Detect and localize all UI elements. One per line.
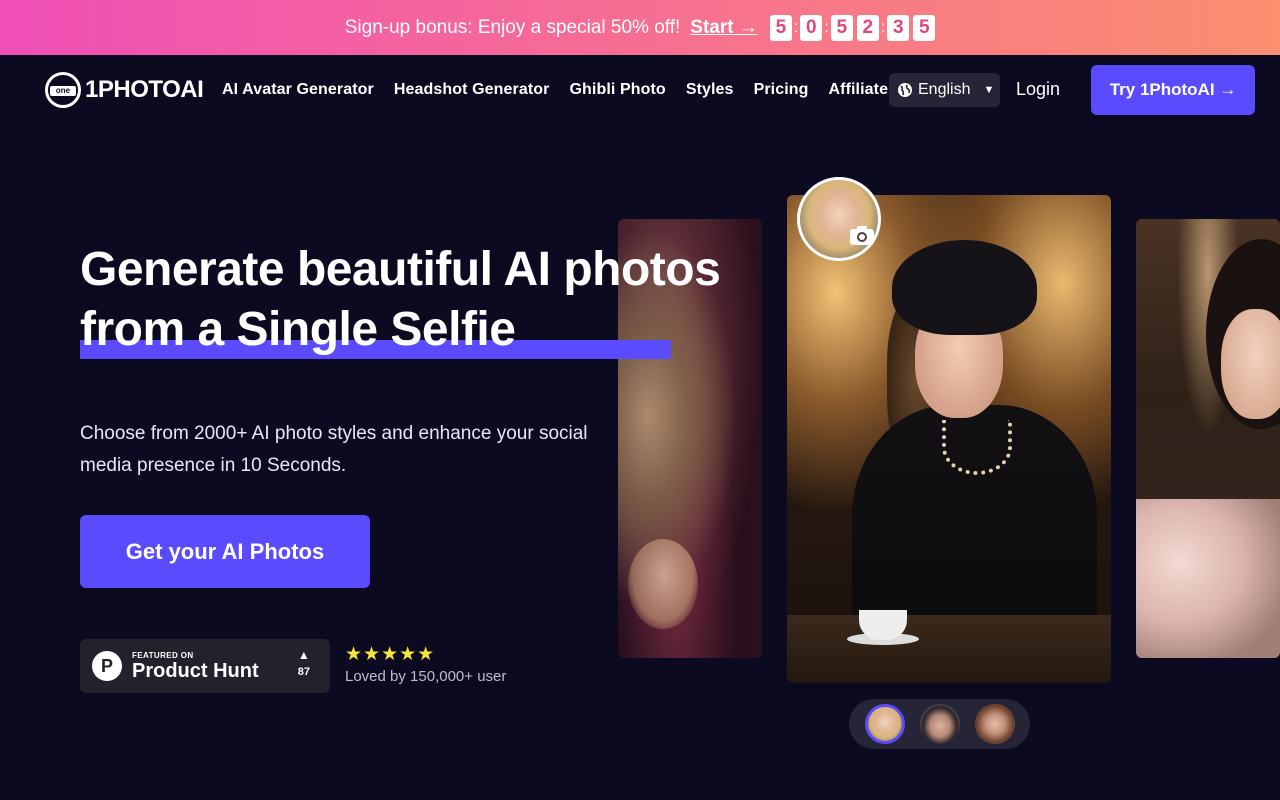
login-link[interactable]: Login [1016,79,1060,100]
upvote-icon: ▲ [297,648,310,662]
try-1photoai-button[interactable]: Try 1PhotoAI → [1091,65,1255,115]
sample-photo-right [1136,219,1280,658]
language-select[interactable]: English ▼ [889,73,1000,107]
countdown-timer: 5 : 0 : 5 2 : 3 5 [769,14,936,41]
nav-link-headshot-generator[interactable]: Headshot Generator [394,81,550,99]
sample-photo-main [787,195,1111,683]
language-label: English [918,81,971,98]
nav-links: AI Avatar Generator Headshot Generator G… [222,55,897,125]
logo-mark-text: one [50,86,76,96]
countdown-digit: 2 [856,14,879,41]
top-nav: one 1PHOTOAI AI Avatar Generator Headsho… [0,55,1280,125]
product-hunt-name: Product Hunt [132,659,259,682]
countdown-digit: 5 [913,14,936,41]
nav-link-pricing[interactable]: Pricing [754,81,809,99]
product-hunt-badge[interactable]: P FEATURED ON Product Hunt ▲ 87 [80,639,330,693]
vote-count: 87 [297,666,310,678]
countdown-digit: 5 [830,14,853,41]
chevron-down-icon: ▼ [983,84,995,96]
star-rating-icon: ★★★★★ [345,644,436,665]
featured-on-label: FEATURED ON [132,650,194,660]
user-rating: ★★★★★ Loved by 150,000+ user [345,644,507,686]
selfie-avatar [797,177,881,261]
logo-icon: one [45,72,81,108]
upvote-count: ▲ 87 [298,648,310,678]
hero-title-line2: from a Single Selfie [80,303,516,356]
camera-icon [850,226,874,245]
countdown-digit: 0 [800,14,823,41]
logo[interactable]: one 1PHOTOAI [45,72,204,108]
hero-title-line1: Generate beautiful AI photos [80,243,721,296]
nav-link-ai-avatar-generator[interactable]: AI Avatar Generator [222,81,374,99]
get-ai-photos-button[interactable]: Get your AI Photos [80,515,370,588]
hero-title: Generate beautiful AI photos from a Sing… [80,240,780,360]
avatar-switcher [849,699,1030,749]
avatar-thumb-1[interactable] [864,704,905,744]
nav-link-ghibli-photo[interactable]: Ghibli Photo [570,81,666,99]
countdown-digit: 5 [769,14,792,41]
loved-by-text: Loved by 150,000+ user [345,668,507,685]
promo-text: Sign-up bonus: Enjoy a special 50% off! [344,16,681,38]
nav-link-affiliates[interactable]: Affiliates [829,81,898,99]
avatar-thumb-2[interactable] [919,704,960,744]
countdown-digit: 3 [887,14,910,41]
globe-icon [898,83,912,97]
avatar-thumb-3[interactable] [974,704,1015,744]
promo-banner: Sign-up bonus: Enjoy a special 50% off! … [0,0,1280,55]
logo-text: 1PHOTOAI [85,76,204,103]
product-hunt-logo-icon: P [92,651,122,681]
nav-link-styles[interactable]: Styles [686,81,734,99]
hero-subtitle: Choose from 2000+ AI photo styles and en… [80,423,588,476]
promo-start-link[interactable]: Start → [690,17,758,39]
